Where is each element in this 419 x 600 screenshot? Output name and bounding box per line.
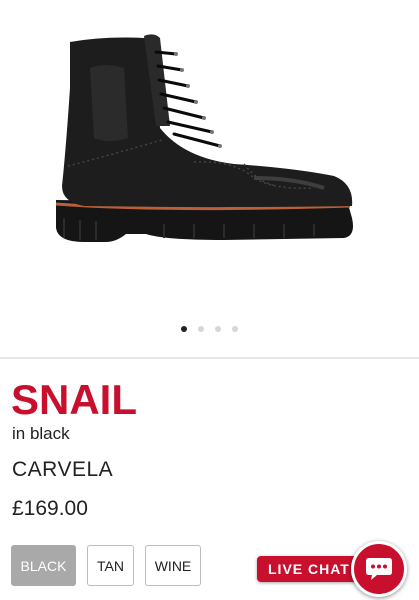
gallery-dot[interactable] <box>198 326 204 332</box>
live-chat-text: LIVE CHAT <box>268 561 350 577</box>
swatch-black-button[interactable]: BLACK <box>11 545 76 586</box>
gallery-dot[interactable] <box>181 326 187 332</box>
swatch-wine-button[interactable]: WINE <box>145 545 201 586</box>
boot-image <box>55 34 353 242</box>
chat-bubble-icon <box>366 558 392 580</box>
gallery-dot[interactable] <box>215 326 221 332</box>
product-title: SNAIL <box>11 376 137 423</box>
section-divider <box>0 357 419 359</box>
gallery-pagination <box>0 326 419 332</box>
live-chat-button[interactable] <box>351 541 407 597</box>
product-price: £169.00 <box>12 497 88 520</box>
product-brand[interactable]: CARVELA <box>12 458 113 482</box>
product-color-text: in black <box>12 424 70 443</box>
gallery-dot[interactable] <box>232 326 238 332</box>
swatch-tan-button[interactable]: TAN <box>87 545 134 586</box>
color-swatches: BLACK TAN WINE <box>11 545 201 586</box>
product-gallery[interactable] <box>0 0 419 356</box>
